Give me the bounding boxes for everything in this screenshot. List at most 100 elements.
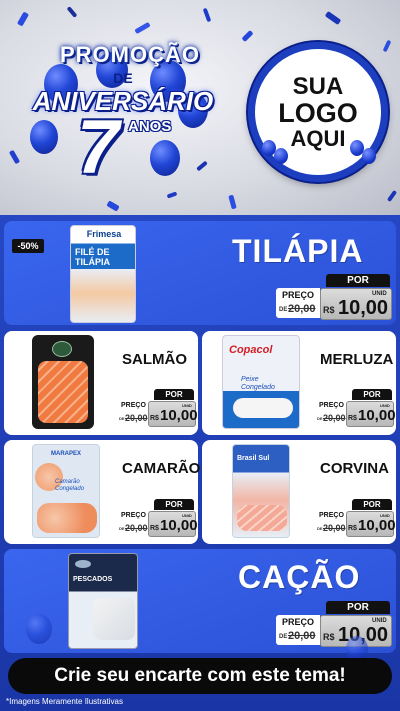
product-name: MERLUZA [320, 351, 394, 368]
price-por-label: POR [326, 274, 390, 287]
balloon-decoration [274, 148, 288, 164]
price-tag: POR PREÇO DE 20,00 R$ 10,00 UNID [118, 499, 198, 537]
confetti-decoration [106, 200, 120, 212]
confetti-decoration [228, 194, 237, 210]
price-unit: UNID [372, 291, 387, 297]
logo-line-1: SUA [292, 72, 344, 100]
logo-line-3: AQUI [290, 126, 346, 152]
package-brand: Copacol [229, 344, 273, 356]
price-old-value: 20,00 [125, 413, 148, 423]
price-new-value: 10,00 [160, 407, 198, 424]
discount-badge: -50% [12, 239, 44, 253]
package-title: Camarão Congelado [55, 479, 85, 492]
confetti-decoration [386, 189, 398, 203]
package-brand: MARAPEX [51, 451, 82, 457]
fish-fillet-icon [237, 505, 287, 531]
price-preco-label: PREÇO [282, 290, 315, 300]
fish-icon [75, 560, 91, 568]
price-tag: POR PREÇO DE 20,00 R$ 10,00 UNID [118, 389, 198, 427]
product-name: CORVINA [320, 460, 389, 477]
confetti-decoration [196, 160, 208, 172]
disclaimer-text: *Imagens Meramente Ilustrativas [6, 697, 123, 706]
logo-line-2: LOGO [278, 97, 358, 128]
confetti-decoration [324, 10, 342, 26]
package-brand: Brasil Sul [237, 455, 270, 462]
merluza-package: Copacol Peixe Congelado [222, 335, 300, 429]
balloon-decoration [30, 120, 58, 154]
confetti-decoration [66, 6, 78, 18]
price-new-value: 10,00 [338, 297, 389, 319]
price-currency: R$ [348, 415, 357, 422]
cta-banner[interactable]: Crie seu encarte com este tema! [8, 658, 392, 694]
price-por-label: POR [352, 499, 392, 510]
price-currency: R$ [150, 415, 159, 422]
package-title: FILÉ DE TILÁPIA [75, 247, 110, 267]
confetti-decoration [166, 191, 178, 199]
price-tag: POR PREÇO DE 20,00 R$ 10,00 UNID [316, 499, 396, 537]
price-old-value: 20,00 [125, 523, 148, 533]
price-new-value: 10,00 [160, 517, 198, 534]
product-name: TILÁPIA [232, 233, 364, 269]
price-old-value: 20,00 [288, 303, 316, 315]
price-de-prefix: DE [317, 416, 323, 421]
corvina-package: Brasil Sul [232, 444, 290, 538]
anniversary-anos: ANOS [128, 118, 172, 135]
fish-fillet-icon [233, 398, 293, 418]
price-old-value: 20,00 [288, 630, 316, 642]
shrimp-icon [37, 503, 97, 533]
cacao-package: PESCADOS [68, 553, 138, 649]
price-de-prefix: DE [317, 526, 323, 531]
salmon-fillet-icon [38, 361, 88, 423]
price-tag: POR PREÇO DE 20,00 R$ 10,00 UNID [316, 389, 396, 427]
tilapia-package: Frimesa FILÉ DE TILÁPIA [70, 225, 136, 323]
package-title: PESCADOS [73, 576, 113, 583]
price-preco-label: PREÇO [319, 512, 344, 519]
price-unit: UNID [380, 513, 390, 518]
price-de-prefix: DE [119, 416, 125, 421]
confetti-decoration [8, 149, 21, 165]
price-currency: R$ [323, 632, 335, 642]
package-title: Peixe Congelado [241, 376, 275, 391]
price-unit: UNID [182, 513, 192, 518]
price-tag: POR PREÇO DE 20,00 R$ 10,00 UNID [276, 601, 392, 647]
price-currency: R$ [348, 525, 357, 532]
price-de-prefix: DE [279, 307, 288, 313]
salmao-package [32, 335, 94, 429]
confetti-decoration [134, 21, 151, 35]
fish-fillet-icon [93, 598, 135, 640]
price-new-value: 10,00 [358, 517, 396, 534]
price-unit: UNID [380, 403, 390, 408]
anniversary-number: 7 [76, 105, 120, 190]
balloon-decoration [150, 140, 180, 176]
price-preco-label: PREÇO [121, 512, 146, 519]
price-old-value: 20,00 [323, 523, 346, 533]
price-currency: R$ [150, 525, 159, 532]
price-por-label: POR [154, 389, 194, 400]
confetti-decoration [16, 11, 30, 27]
price-de-prefix: DE [119, 526, 125, 531]
promo-de-word: DE [113, 70, 133, 86]
price-de-prefix: DE [279, 634, 288, 640]
salmon-label-icon [52, 341, 72, 357]
camarao-package: MARAPEX Camarão Congelado [32, 444, 100, 538]
price-por-label: POR [352, 389, 392, 400]
price-por-label: POR [326, 601, 390, 614]
price-unit: UNID [372, 618, 387, 624]
confetti-decoration [202, 7, 212, 23]
product-name: CAMARÃO [122, 460, 201, 477]
balloon-decoration [362, 148, 376, 164]
confetti-decoration [241, 29, 254, 43]
price-old-value: 20,00 [323, 413, 346, 423]
product-name: CAÇÃO [238, 559, 361, 595]
price-unit: UNID [182, 403, 192, 408]
price-preco-label: PREÇO [319, 402, 344, 409]
price-tag: POR PREÇO DE 20,00 R$ 10,00 UNID [276, 274, 392, 320]
package-brand: Frimesa [86, 229, 122, 239]
header-banner: PROMOÇÃO DE ANIVERSÁRIO 7 ANOS SUA LOGO … [0, 0, 400, 220]
product-name: SALMÃO [122, 351, 187, 368]
balloon-decoration [26, 614, 52, 644]
price-preco-label: PREÇO [282, 617, 315, 627]
price-por-label: POR [154, 499, 194, 510]
price-currency: R$ [323, 305, 335, 315]
confetti-decoration [382, 39, 392, 53]
